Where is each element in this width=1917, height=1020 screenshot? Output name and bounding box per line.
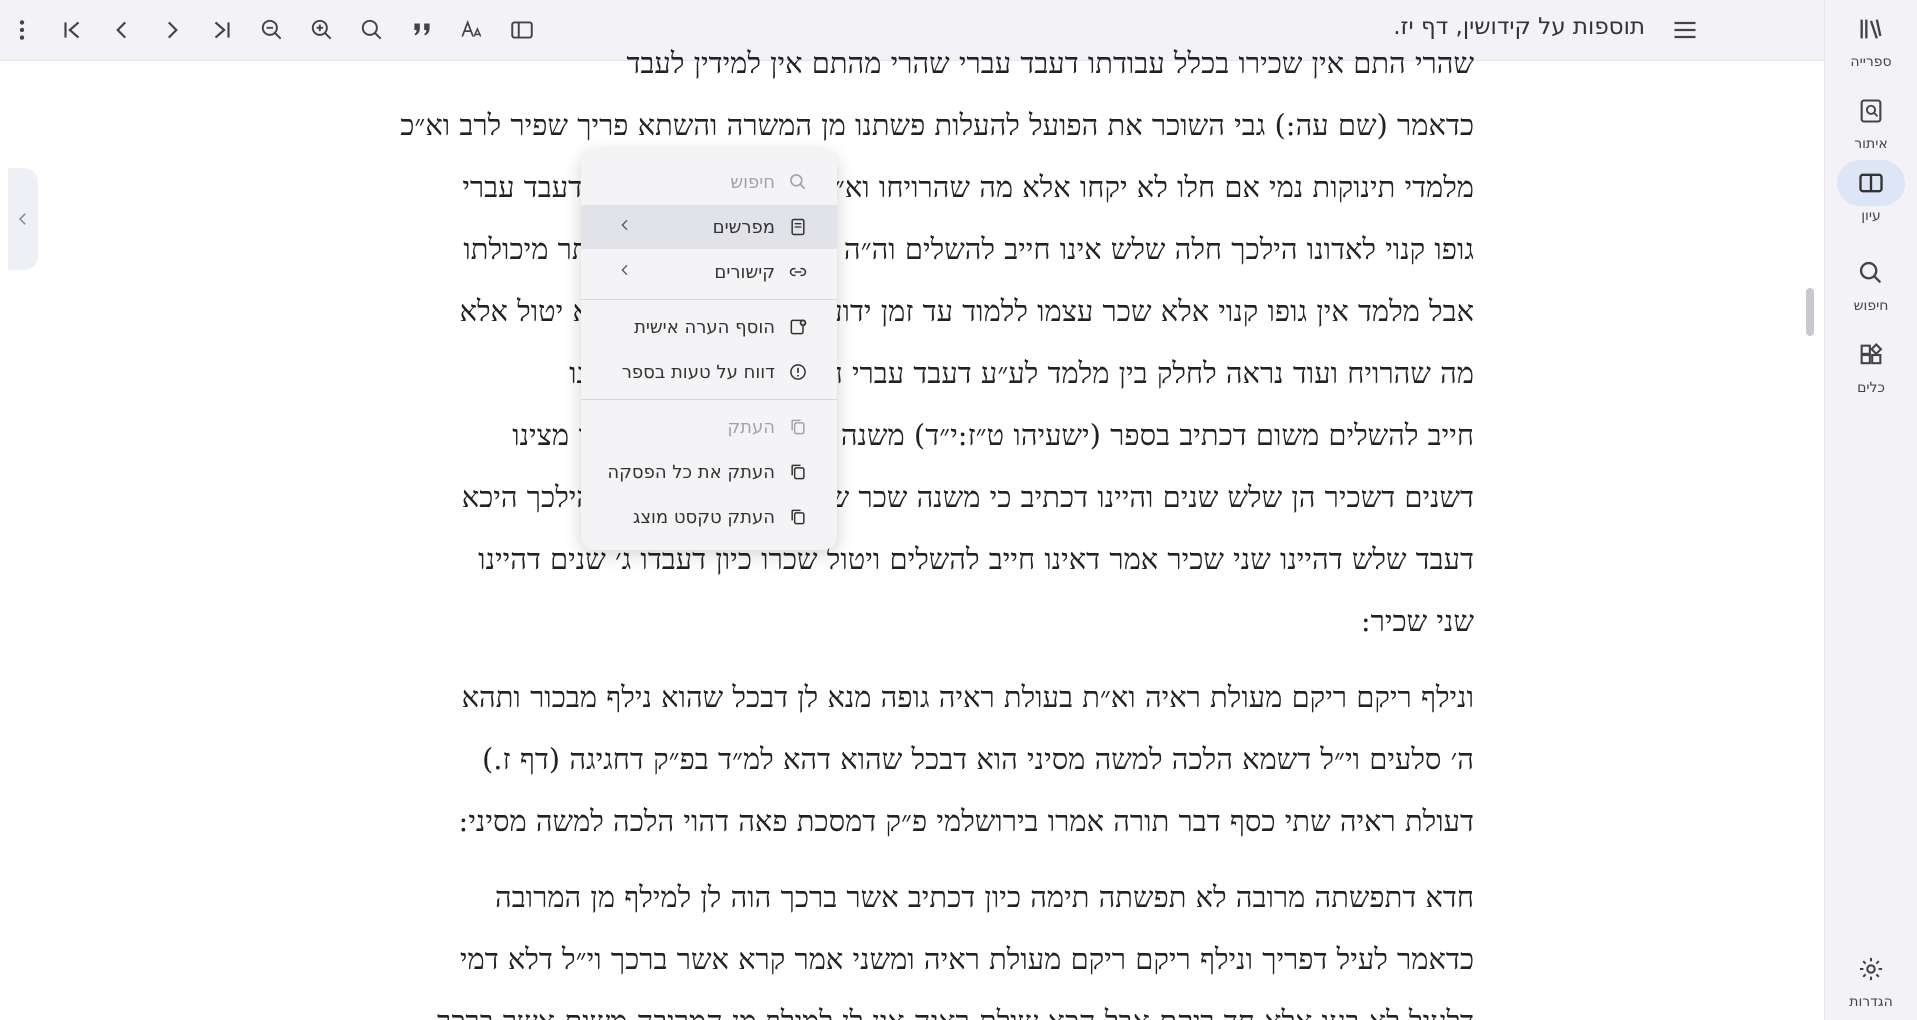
scrollbar-thumb[interactable]	[1806, 288, 1814, 336]
menu-item-report-error[interactable]: דווח על טעות בספר	[581, 350, 837, 394]
nav-rail: ספרייה איתור עיון חיפוש כלים הגדרות	[1824, 0, 1917, 1020]
more-vert-icon[interactable]	[2, 10, 42, 50]
copy-icon	[787, 506, 809, 528]
copy-icon	[787, 416, 809, 438]
first-page-icon[interactable]	[52, 10, 92, 50]
text-line: דעבד שלש דהיינו שני שכיר אמר דאינו חייב …	[478, 542, 1474, 576]
search-icon	[787, 171, 809, 193]
nav-tools[interactable]: כלים	[1825, 332, 1917, 404]
gear-icon	[1837, 946, 1905, 992]
side-panel-toggle[interactable]	[8, 168, 38, 270]
context-search-field[interactable]: חיפוש	[581, 160, 837, 204]
paragraph: ונילף ריקם ריקם מעולת ראיה וא״ת בעולת רא…	[322, 666, 1474, 852]
prev-page-icon[interactable]	[102, 10, 142, 50]
text-line: גופו קנוי לאדונו הילכך חלה שלש אינו חייב…	[463, 232, 1474, 266]
text-line: דעולת ראיה שתי כסף דבר תורה אמרו בירושלמ…	[458, 804, 1474, 838]
text-line: אבל מלמד אין גופו קנוי אלא שכר עצמו ללמו…	[459, 294, 1474, 328]
context-menu: חיפוש מפרשים קישורים הוסף הערה אישית דוו…	[581, 150, 837, 550]
text-line: שהרי התם אין שכירו בכלל עבודתו דעבד עברי…	[626, 46, 1475, 80]
note-add-icon	[787, 316, 809, 338]
link-icon	[787, 261, 809, 283]
text-line: שני שכיר:	[1360, 604, 1474, 638]
text-line: חדא דתפשתה מרובה לא תפשתה תימה כיון דכתי…	[495, 880, 1474, 914]
nav-locate[interactable]: איתור	[1825, 88, 1917, 160]
alert-circle-icon	[787, 361, 809, 383]
menu-icon[interactable]	[1665, 10, 1705, 50]
text-line: כדאמר לעיל דפריך ונילף ריקם ריקם מעולת ר…	[459, 942, 1474, 976]
text-line: ה׳ סלעים וי״ל דשמא הלכה למשה מסיני הוא ד…	[481, 742, 1474, 776]
text-line: חייב להשלים משום דכתיב בספר (ישעיהו ט״ז:…	[512, 418, 1474, 452]
menu-item-copy-paragraph[interactable]: העתק את כל הפסקה	[581, 450, 837, 494]
tools-icon	[1837, 332, 1905, 378]
book-icon	[787, 216, 809, 238]
book-open-icon	[1837, 160, 1905, 206]
menu-item-add-note[interactable]: הוסף הערה אישית	[581, 305, 837, 349]
chevron-left-icon	[18, 213, 26, 225]
text-line: דלעיל לא בעו אלא חד ריקם אבל הכא שולת רא…	[322, 990, 1474, 1020]
text-line: ונילף ריקם ריקם מעולת ראיה וא״ת בעולת רא…	[461, 680, 1474, 714]
zoom-out-icon[interactable]	[252, 10, 292, 50]
menu-item-commentaries[interactable]: מפרשים	[581, 205, 837, 249]
paragraph: חדא דתפשתה מרובה לא תפשתה תימה כיון דכתי…	[322, 866, 1474, 1020]
chevron-left-icon	[617, 217, 633, 237]
search-icon	[1837, 250, 1905, 296]
text-line: מלמדי תינוקות נמי אם חלו לא יקחו אלא מה …	[462, 170, 1474, 204]
menu-item-links[interactable]: קישורים	[581, 250, 837, 294]
chevron-left-icon	[617, 262, 633, 282]
text-content: שהרי התם אין שכירו בכלל עבודתו דעבד עברי…	[322, 32, 1474, 1020]
next-page-icon[interactable]	[152, 10, 192, 50]
menu-item-copy-displayed[interactable]: העתק טקסט מוצג	[581, 495, 837, 539]
nav-search[interactable]: חיפוש	[1825, 250, 1917, 322]
nav-library[interactable]: ספרייה	[1825, 6, 1917, 78]
copy-icon	[787, 461, 809, 483]
menu-divider	[581, 299, 837, 300]
paragraph: שהרי התם אין שכירו בכלל עבודתו דעבד עברי…	[322, 32, 1474, 652]
nav-settings[interactable]: הגדרות	[1825, 946, 1917, 1018]
text-line: דשנים דשכיר הן שלש שנים והיינו דכתיב כי …	[461, 480, 1474, 514]
menu-divider	[581, 399, 837, 400]
locate-icon	[1837, 88, 1905, 134]
library-icon	[1837, 6, 1905, 52]
nav-study[interactable]: עיון	[1825, 160, 1917, 232]
text-line: מה שהרויח ועוד נראה לחלק בין מלמד לע״ע ד…	[569, 356, 1474, 390]
menu-item-copy[interactable]: העתק	[581, 405, 837, 449]
text-line: כדאמר (שם עה:) גבי השוכר את הפועל להעלות…	[400, 108, 1474, 142]
last-page-icon[interactable]	[202, 10, 242, 50]
